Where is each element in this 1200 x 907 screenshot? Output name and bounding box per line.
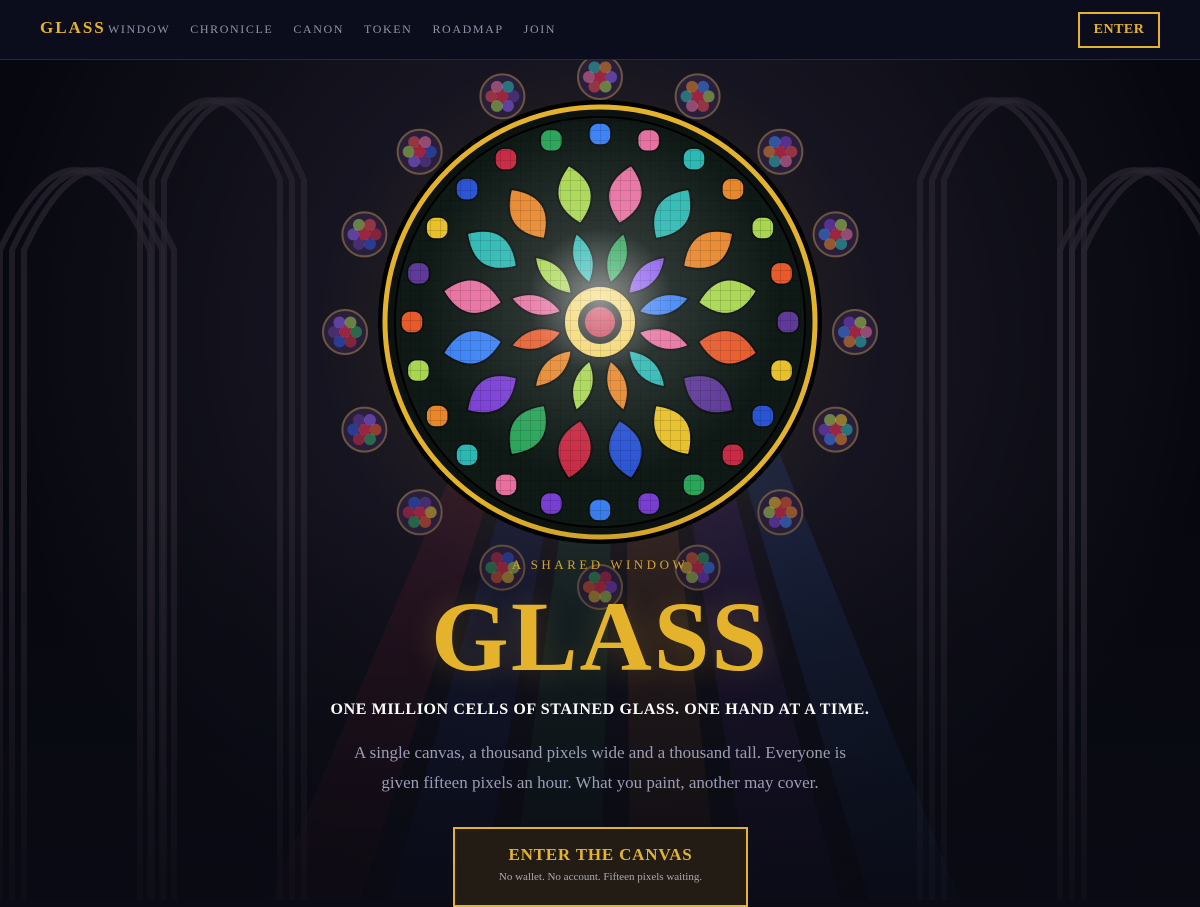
hero-eyebrow: A SHARED WINDOW (511, 557, 689, 572)
nav-link-chronicle[interactable]: CHRONICLE (190, 22, 273, 37)
nav-link-roadmap[interactable]: ROADMAP (432, 22, 503, 37)
nav-link-join[interactable]: JOIN (524, 22, 556, 37)
nav-link-window[interactable]: WINDOW (108, 22, 170, 37)
cta-subtext: No wallet. No account. Fifteen pixels wa… (498, 871, 703, 883)
hero-description: A single canvas, a thousand pixels wide … (354, 743, 846, 792)
hero-title: GLASS (431, 581, 769, 692)
top-navigation: GLASS WINDOW CHRONICLE CANON TOKEN ROADM… (0, 0, 1200, 60)
nav-link-canon[interactable]: CANON (293, 22, 344, 37)
cta-label: ENTER THE CANVAS (508, 845, 693, 864)
enter-button[interactable]: ENTER (1078, 12, 1160, 48)
hero-tagline: ONE MILLION CELLS OF STAINED GLASS. ONE … (330, 701, 870, 718)
nav-links: WINDOW CHRONICLE CANON TOKEN ROADMAP JOI… (108, 22, 556, 37)
enter-canvas-button[interactable]: ENTER THE CANVAS No wallet. No account. … (453, 827, 748, 907)
nav-link-token[interactable]: TOKEN (364, 22, 412, 37)
brand-logo[interactable]: GLASS (40, 18, 106, 38)
